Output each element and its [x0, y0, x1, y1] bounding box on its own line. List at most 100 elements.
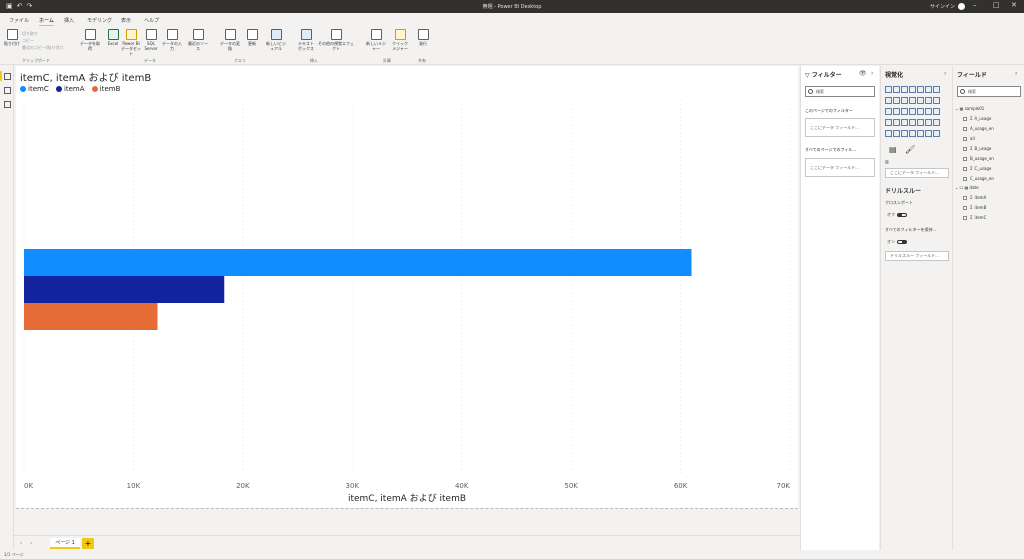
prev-page-icon[interactable]: ‹: [20, 540, 22, 547]
minimize-icon[interactable]: –: [973, 1, 977, 9]
tab-modeling[interactable]: モデリング: [87, 17, 112, 24]
visual-type-gallery[interactable]: [885, 86, 945, 141]
field-row[interactable]: A_usage_en: [963, 126, 994, 131]
checkbox[interactable]: [963, 177, 967, 181]
close-icon[interactable]: ✕: [1011, 1, 1017, 9]
decomposition-tree-icon[interactable]: [901, 130, 908, 137]
stacked-bar-icon[interactable]: [885, 86, 892, 93]
more-visuals-ellipsis-icon[interactable]: [933, 130, 940, 137]
sql-server-button[interactable]: SQL Server: [141, 29, 161, 51]
publish-button[interactable]: 発行: [413, 29, 433, 46]
clustered-bar-icon[interactable]: [901, 86, 908, 93]
checkbox[interactable]: [963, 216, 967, 220]
filters-search-input[interactable]: 検索: [805, 86, 875, 97]
report-canvas[interactable]: itemC, itemA および itemB itemC itemA itemB…: [16, 66, 798, 508]
eye-icon[interactable]: 👁: [859, 70, 867, 77]
multi-row-card-icon[interactable]: [893, 119, 900, 126]
matrix-icon[interactable]: [925, 119, 932, 126]
gauge-icon[interactable]: [933, 108, 940, 115]
get-data-button[interactable]: データを取得: [80, 29, 100, 51]
next-page-icon[interactable]: ›: [30, 540, 32, 547]
table-visual-icon[interactable]: [917, 119, 924, 126]
qa-icon[interactable]: [909, 130, 916, 137]
tab-view[interactable]: 表示: [121, 17, 131, 24]
checkbox[interactable]: [963, 147, 967, 151]
stacked-area-icon[interactable]: [893, 97, 900, 104]
fields-search-input[interactable]: 検索: [957, 86, 1021, 97]
new-measure-button[interactable]: 新しいメジャー: [366, 29, 386, 51]
r-visual-icon[interactable]: [933, 119, 940, 126]
waterfall-icon[interactable]: [925, 97, 932, 104]
copy-button[interactable]: コピー: [22, 38, 34, 44]
field-row[interactable]: Σ A_usage: [963, 116, 991, 121]
field-row[interactable]: all: [963, 136, 975, 141]
quick-measure-button[interactable]: クイック メジャー: [390, 29, 410, 51]
field-row[interactable]: ΣitemC: [963, 215, 986, 220]
drillthrough-drop[interactable]: ドリルスルー フィールド...: [885, 251, 949, 261]
excel-button[interactable]: Excel: [103, 29, 123, 46]
add-page-button[interactable]: +: [82, 538, 94, 549]
ribbon-chart-icon[interactable]: [917, 97, 924, 104]
all-pages-filters-drop[interactable]: ここにデータ フィールド...: [805, 158, 875, 177]
cross-report-toggle[interactable]: オフ: [887, 212, 907, 218]
pie-icon[interactable]: [893, 108, 900, 115]
more-visuals-button[interactable]: その他の視覚エフェクト: [318, 29, 354, 51]
field-row[interactable]: ΣitemA: [963, 195, 986, 200]
signin-link[interactable]: サインイン: [930, 3, 955, 10]
transform-data-button[interactable]: データの変換: [220, 29, 240, 51]
format-paint-icon[interactable]: 🖌: [905, 145, 915, 154]
collapse-fields-icon[interactable]: ›: [1015, 70, 1017, 77]
page-filters-drop[interactable]: ここにデータ フィールド...: [805, 118, 875, 137]
smart-narrative-icon[interactable]: [917, 130, 924, 137]
stacked-column-icon[interactable]: [893, 86, 900, 93]
paginated-icon[interactable]: [925, 130, 932, 137]
map-icon[interactable]: [917, 108, 924, 115]
checkbox[interactable]: [963, 167, 967, 171]
model-view-icon[interactable]: [4, 101, 11, 108]
area-chart-icon[interactable]: [885, 97, 892, 104]
clustered-column-icon[interactable]: [909, 86, 916, 93]
collapse-viz-icon[interactable]: ›: [944, 70, 946, 77]
line-clustered-icon[interactable]: [909, 97, 916, 104]
100-column-icon[interactable]: [925, 86, 932, 93]
tab-insert[interactable]: 挿入: [64, 17, 74, 24]
field-row[interactable]: ΣitemB: [963, 205, 986, 210]
keep-filters-toggle[interactable]: オン: [887, 239, 907, 245]
field-row[interactable]: C_usage_en: [963, 176, 994, 181]
bar-itemB[interactable]: [24, 303, 158, 330]
collapse-filters-icon[interactable]: ›: [871, 70, 873, 77]
tab-help[interactable]: ヘルプ: [144, 17, 159, 24]
values-drop[interactable]: ここにデータ フィールド...: [885, 168, 949, 178]
format-painter-button[interactable]: 書式のコピー/貼り付け: [22, 45, 63, 51]
recent-sources-button[interactable]: 最近のソース: [188, 29, 208, 51]
text-box-button[interactable]: テキスト ボックス: [296, 29, 316, 51]
paste-button[interactable]: 貼り付け: [2, 29, 22, 46]
refresh-button[interactable]: 更新: [242, 29, 262, 46]
avatar[interactable]: [958, 3, 965, 10]
table-date[interactable]: ⌄ ☐ ▦ date: [955, 185, 979, 190]
field-row[interactable]: Σ C_usage: [963, 166, 991, 171]
line-column-icon[interactable]: [901, 97, 908, 104]
checkbox[interactable]: [963, 196, 967, 200]
table-sample01[interactable]: ⌄ ▦ sample01: [955, 106, 984, 111]
100-bar-icon[interactable]: [917, 86, 924, 93]
funnel-icon[interactable]: [933, 97, 940, 104]
slicer-icon[interactable]: [909, 119, 916, 126]
checkbox[interactable]: [963, 206, 967, 210]
scatter-icon[interactable]: [885, 108, 892, 115]
treemap-icon[interactable]: [909, 108, 916, 115]
enter-data-button[interactable]: データの入力: [162, 29, 182, 51]
card-icon[interactable]: [885, 119, 892, 126]
data-view-icon[interactable]: [4, 87, 11, 94]
checkbox[interactable]: [963, 157, 967, 161]
report-view-icon[interactable]: [4, 73, 11, 80]
pbi-dataset-button[interactable]: Power BI データセット: [121, 29, 141, 56]
tab-home[interactable]: ホーム: [39, 17, 54, 26]
field-row[interactable]: B_usage_en: [963, 156, 994, 161]
cut-button[interactable]: 切り取り: [22, 31, 38, 37]
maximize-icon[interactable]: □: [993, 1, 1000, 9]
bar-itemC[interactable]: [24, 249, 692, 276]
checkbox[interactable]: [963, 127, 967, 131]
bar-chart[interactable]: 0K 10K 20K 30K 40K 50K 60K 70KitemC, itemA および …: [16, 66, 798, 508]
page-tab-1[interactable]: ページ 1: [50, 538, 80, 549]
